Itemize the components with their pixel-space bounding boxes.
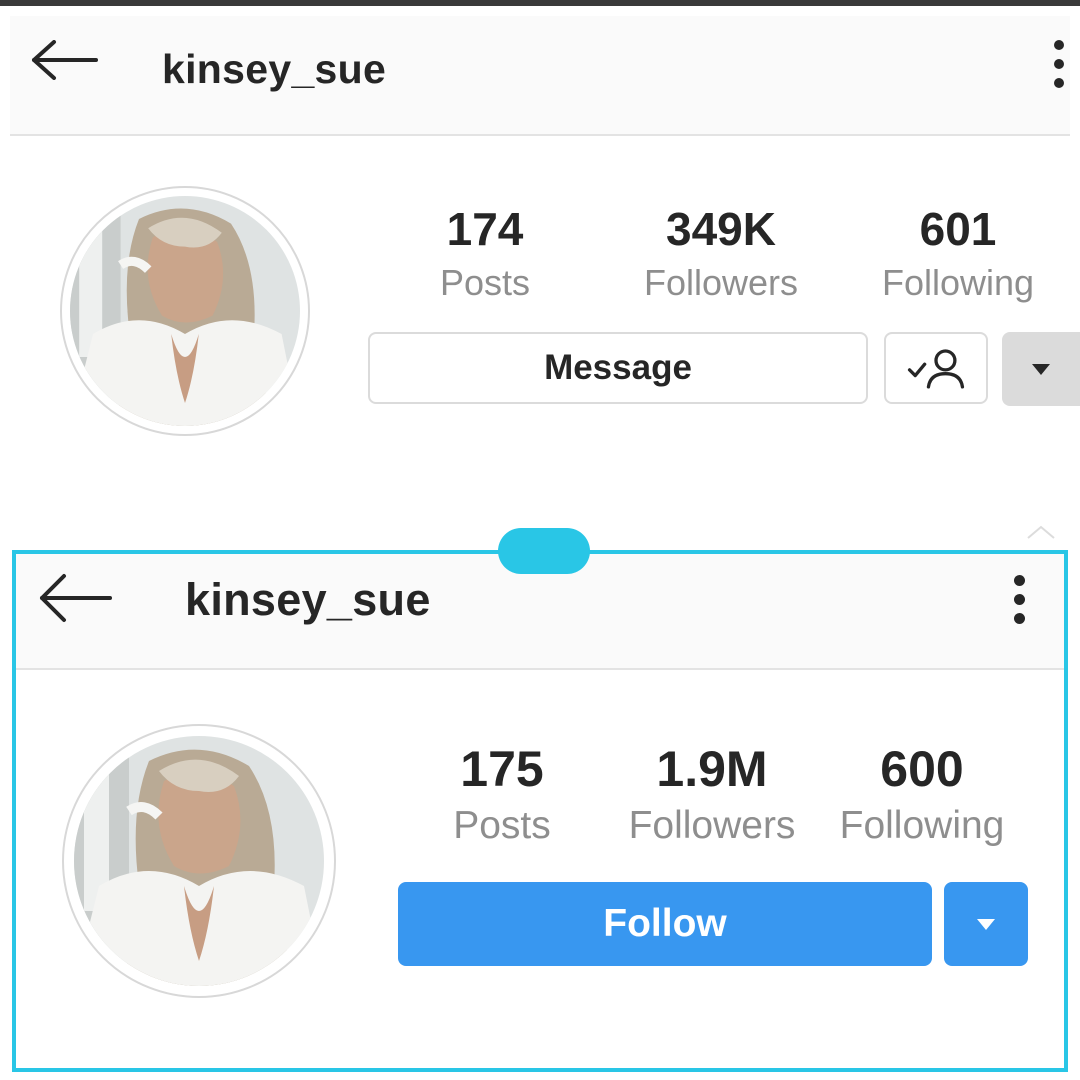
suggestions-dropdown-button[interactable] [944, 882, 1028, 966]
stat-followers-value: 349K [666, 203, 776, 255]
stat-following-label: Following [881, 262, 1035, 303]
crop-drag-handle[interactable] [498, 528, 590, 574]
stat-posts-value: 174 [446, 203, 524, 255]
more-options-icon[interactable] [1011, 572, 1027, 628]
stat-posts[interactable]: 175 Posts [432, 738, 572, 848]
stat-posts-label: Posts [453, 804, 551, 847]
stat-posts[interactable]: 174 Posts [420, 200, 550, 304]
stat-following[interactable]: 601 Following [866, 200, 1050, 304]
stat-followers-label: Followers [628, 804, 796, 847]
back-arrow-icon[interactable] [38, 572, 114, 624]
stat-following[interactable]: 600 Following [828, 738, 1016, 848]
profile-avatar[interactable] [62, 724, 336, 998]
stat-followers[interactable]: 349K Followers [626, 200, 816, 304]
caret-down-icon [1032, 364, 1050, 375]
caret-down-icon [977, 919, 995, 930]
stat-following-value: 601 [919, 203, 997, 255]
stat-following-value: 600 [880, 741, 964, 797]
following-status-button[interactable] [884, 332, 988, 404]
back-arrow-icon[interactable] [30, 40, 100, 80]
profile-username: kinsey_sue [162, 46, 387, 92]
more-options-icon[interactable] [1052, 34, 1066, 94]
profile-avatar[interactable] [60, 186, 310, 436]
message-button[interactable]: Message [368, 332, 868, 404]
following-check-person-icon [907, 349, 965, 389]
avatar-photo [74, 736, 324, 986]
stat-followers-value: 1.9M [656, 741, 768, 797]
profile-username: kinsey_sue [185, 574, 431, 625]
avatar-photo [70, 196, 300, 426]
faint-caret-up-icon [1027, 525, 1055, 539]
follow-button[interactable]: Follow [398, 882, 932, 966]
suggestions-dropdown-button[interactable] [1002, 332, 1080, 406]
stat-posts-value: 175 [460, 741, 544, 797]
stat-posts-label: Posts [439, 262, 531, 303]
stat-following-label: Following [839, 804, 1005, 847]
top-edge-strip [0, 0, 1080, 6]
stat-followers-label: Followers [643, 262, 799, 303]
stat-followers[interactable]: 1.9M Followers [614, 738, 810, 848]
